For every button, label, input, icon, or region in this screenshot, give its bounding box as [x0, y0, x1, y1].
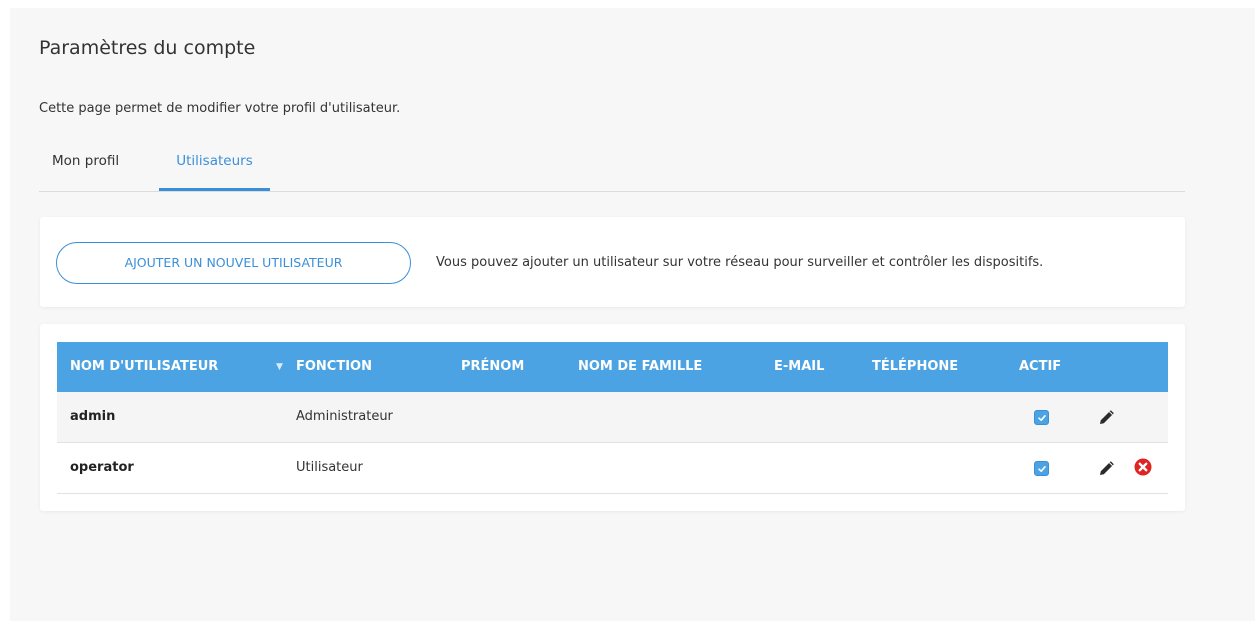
delete-circle-icon[interactable] — [1133, 457, 1153, 477]
table-row: admin Administrateur — [57, 392, 1168, 443]
column-header-firstname[interactable]: PRÉNOM — [461, 342, 524, 392]
column-header-active[interactable]: ACTIF — [1019, 342, 1061, 392]
users-table: NOM D'UTILISATEUR ▼ FONCTION PRÉNOM NOM … — [57, 342, 1168, 494]
tab-bar: Mon profil Utilisateurs — [39, 145, 1185, 192]
users-table-card: NOM D'UTILISATEUR ▼ FONCTION PRÉNOM NOM … — [40, 324, 1185, 511]
page-description: Cette page permet de modifier votre prof… — [39, 101, 401, 116]
column-header-email[interactable]: E-MAIL — [774, 342, 824, 392]
tab-users[interactable]: Utilisateurs — [159, 153, 270, 191]
table-header: NOM D'UTILISATEUR ▼ FONCTION PRÉNOM NOM … — [57, 342, 1168, 392]
add-user-card: AJOUTER UN NOUVEL UTILISATEUR Vous pouve… — [40, 217, 1185, 307]
function-cell: Administrateur — [296, 409, 393, 424]
column-header-phone[interactable]: TÉLÉPHONE — [872, 342, 958, 392]
tab-my-profile[interactable]: Mon profil — [52, 153, 119, 191]
add-user-help-text: Vous pouvez ajouter un utilisateur sur v… — [436, 255, 1044, 270]
account-settings-page: Paramètres du compte Cette page permet d… — [10, 8, 1255, 621]
checkbox-checked-icon[interactable] — [1034, 410, 1049, 425]
checkbox-checked-icon[interactable] — [1034, 461, 1049, 476]
username-cell: operator — [70, 460, 134, 475]
sort-down-icon[interactable]: ▼ — [276, 342, 283, 392]
column-header-lastname[interactable]: NOM DE FAMILLE — [578, 342, 702, 392]
function-cell: Utilisateur — [296, 460, 363, 475]
column-header-username[interactable]: NOM D'UTILISATEUR — [70, 342, 218, 392]
pencil-icon[interactable] — [1097, 458, 1117, 478]
column-header-function[interactable]: FONCTION — [296, 342, 372, 392]
add-user-button[interactable]: AJOUTER UN NOUVEL UTILISATEUR — [56, 242, 411, 284]
pencil-icon[interactable] — [1097, 407, 1117, 427]
table-row: operator Utilisateur — [57, 443, 1168, 494]
page-title: Paramètres du compte — [39, 37, 256, 59]
username-cell: admin — [70, 409, 116, 424]
